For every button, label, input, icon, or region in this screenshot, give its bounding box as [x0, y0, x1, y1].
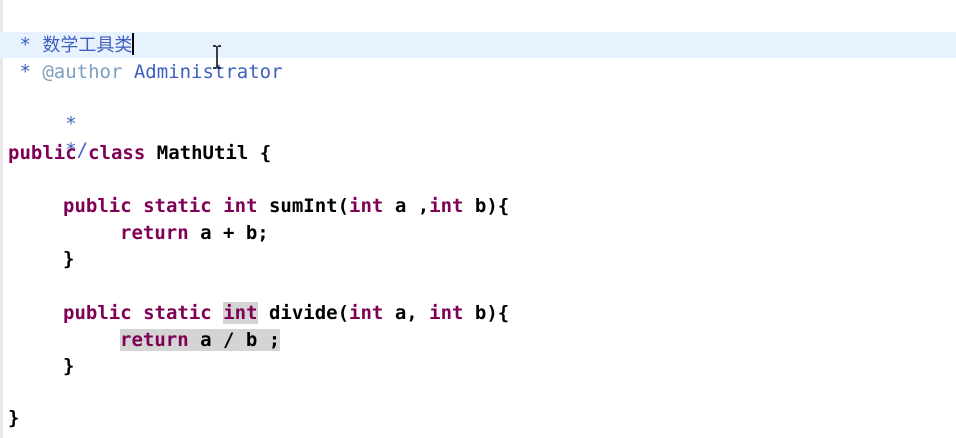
- class-closing-brace: }: [8, 407, 20, 429]
- comment-prefix: *: [8, 61, 43, 83]
- keyword-public: public: [63, 195, 132, 217]
- keyword-int: int: [349, 302, 384, 324]
- code-line-doc-title[interactable]: * 数学工具类: [0, 32, 956, 58]
- closing-brace: }: [63, 248, 75, 270]
- param-b: b){: [463, 195, 510, 217]
- keyword-int: int: [429, 195, 464, 217]
- code-line-comment-close: */: [0, 111, 956, 161]
- keyword-return: return: [120, 222, 189, 244]
- code-line-author: * @author Administrator: [0, 59, 956, 85]
- class-name: MathUtil {: [156, 142, 272, 164]
- param-b: b){: [463, 302, 510, 324]
- keyword-static: static: [143, 195, 212, 217]
- keyword-class: class: [88, 142, 146, 164]
- param-a: a,: [383, 302, 430, 324]
- code-line-sum-signature: public static int sumInt(int a ,int b){: [0, 193, 956, 219]
- return-expression: a + b;: [188, 222, 269, 244]
- return-statement-highlight: return a / b ;: [120, 329, 281, 351]
- code-line-class-close: }: [0, 405, 956, 431]
- keyword-int: int: [349, 195, 384, 217]
- keyword-int: int: [223, 195, 258, 217]
- method-name: divide(: [268, 302, 350, 324]
- code-editor[interactable]: /** * 数学工具类 * @author Administrator * */…: [0, 0, 956, 438]
- code-line-blank-star: *: [0, 85, 956, 135]
- code-line-class-decl: public class MathUtil {: [0, 140, 956, 166]
- text-caret: [132, 33, 135, 55]
- code-line-divide-close: }: [0, 353, 956, 379]
- author-tag: @author: [42, 61, 123, 83]
- keyword-public: public: [63, 302, 132, 324]
- code-line-divide-return: return a / b ;: [0, 327, 956, 353]
- code-line-comment-open: /**: [0, 5, 956, 55]
- param-a: a ,: [383, 195, 430, 217]
- code-line-sum-return: return a + b;: [0, 220, 956, 246]
- keyword-int: int: [429, 302, 464, 324]
- keyword-int-highlighted: int: [223, 302, 258, 324]
- return-expression: a / b ;: [188, 329, 281, 351]
- keyword-static: static: [143, 302, 212, 324]
- keyword-return: return: [120, 329, 189, 351]
- method-name: sumInt(: [268, 195, 350, 217]
- closing-brace: }: [63, 355, 75, 377]
- code-line-divide-signature: public static int divide(int a, int b){: [0, 300, 956, 326]
- comment-prefix: *: [8, 34, 43, 56]
- keyword-public: public: [8, 142, 77, 164]
- doc-title-text: 数学工具类: [42, 35, 133, 56]
- code-line-sum-close: }: [0, 246, 956, 272]
- ibeam-cursor-icon: [213, 45, 221, 69]
- author-name: Administrator: [122, 61, 283, 83]
